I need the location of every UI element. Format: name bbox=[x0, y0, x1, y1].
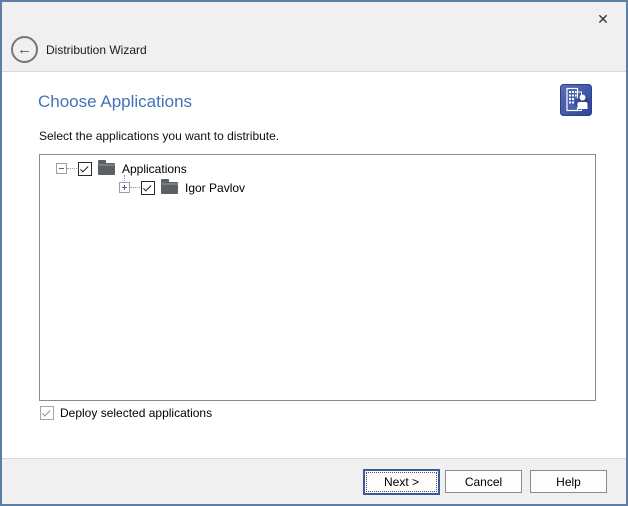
tree-item-label: Igor Pavlov bbox=[185, 181, 245, 195]
check-icon bbox=[80, 164, 88, 172]
close-icon: ✕ bbox=[597, 11, 609, 28]
tree-item-label: Applications bbox=[122, 162, 187, 176]
deploy-checkbox[interactable] bbox=[40, 406, 54, 420]
folder-icon bbox=[161, 182, 178, 194]
applications-checkbox[interactable] bbox=[78, 162, 92, 176]
wizard-title: Distribution Wizard bbox=[46, 43, 147, 57]
tree-connector-line bbox=[130, 187, 140, 188]
distribution-wizard-window: ✕ ← Distribution Wizard Choose Applicati… bbox=[0, 0, 628, 506]
applications-tree[interactable]: Applications Igor Pavlov bbox=[39, 154, 596, 401]
folder-icon bbox=[98, 163, 115, 175]
next-button[interactable]: Next > bbox=[363, 469, 440, 495]
deploy-checkbox-label: Deploy selected applications bbox=[60, 406, 212, 420]
button-bar: Next > Cancel Help bbox=[2, 458, 626, 504]
applications-building-icon bbox=[560, 84, 592, 116]
check-icon bbox=[42, 408, 50, 416]
igor-pavlov-checkbox[interactable] bbox=[141, 181, 155, 195]
collapse-icon[interactable] bbox=[56, 163, 67, 174]
tree-connector-line bbox=[67, 168, 77, 169]
help-button[interactable]: Help bbox=[530, 470, 607, 493]
wizard-header: ✕ ← Distribution Wizard bbox=[2, 2, 626, 72]
instruction-text: Select the applications you want to dist… bbox=[39, 129, 279, 143]
check-icon bbox=[143, 183, 151, 191]
back-button[interactable]: ← bbox=[11, 36, 38, 63]
expand-icon[interactable] bbox=[119, 182, 130, 193]
close-button[interactable]: ✕ bbox=[592, 8, 614, 30]
page-title: Choose Applications bbox=[38, 92, 192, 112]
back-arrow-icon: ← bbox=[17, 42, 32, 57]
deploy-checkbox-row[interactable]: Deploy selected applications bbox=[40, 406, 212, 420]
cancel-button[interactable]: Cancel bbox=[445, 470, 522, 493]
